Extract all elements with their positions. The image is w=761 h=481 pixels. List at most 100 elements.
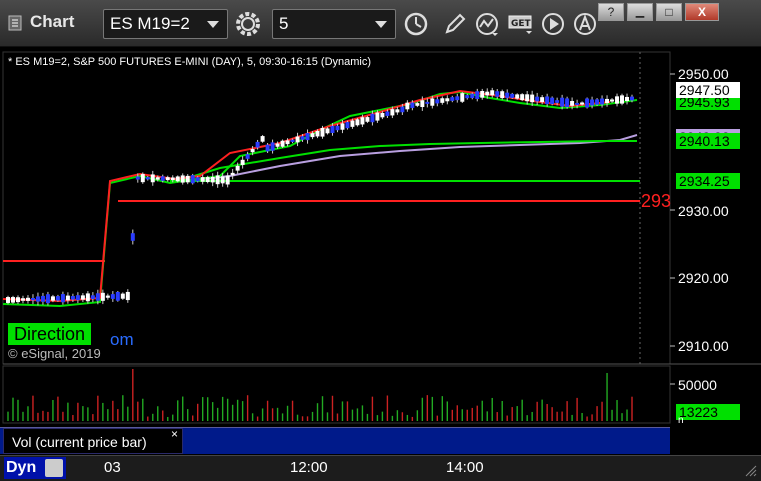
candle-body	[30, 297, 35, 301]
candle-body	[435, 99, 440, 104]
play-icon	[542, 13, 564, 35]
interval-combo[interactable]: 5	[272, 9, 396, 39]
chevron-down-icon[interactable]	[375, 21, 387, 28]
get-data-button[interactable]: GET	[506, 9, 536, 39]
candle-body	[210, 176, 215, 183]
candle-body	[445, 98, 450, 102]
candle-body	[630, 96, 635, 101]
price-badge-lower-green: 2934.25	[676, 173, 740, 189]
candle-body	[125, 291, 130, 301]
candle-body	[105, 295, 110, 298]
chart-description: * ES M19=2, S&P 500 FUTURES E-MINI (DAY)…	[8, 56, 372, 68]
candle-body	[180, 175, 185, 183]
candle-body	[340, 123, 345, 130]
candle-body	[305, 133, 310, 141]
volume-panel-label[interactable]: Vol (current price bar)	[3, 428, 183, 454]
candle-body	[85, 293, 90, 302]
candle-body	[475, 91, 480, 99]
pencil-icon	[445, 13, 466, 34]
maximize-button[interactable]: □	[656, 3, 682, 21]
candle-body	[220, 176, 225, 184]
candle-body	[265, 144, 270, 152]
candle-body	[195, 177, 200, 182]
candle-body	[465, 95, 470, 99]
candle-body	[485, 91, 490, 96]
candle-body	[380, 112, 385, 118]
studies-button[interactable]	[472, 9, 502, 39]
candle-body	[215, 175, 220, 185]
candle-body	[295, 136, 300, 143]
last-price-badge: 2947.50	[676, 82, 740, 98]
candle-body	[545, 96, 550, 105]
candle-body	[255, 141, 260, 148]
candle-body	[480, 90, 485, 98]
candle-body	[225, 175, 230, 185]
candle-body	[145, 177, 150, 180]
get-icon: GET	[508, 15, 532, 34]
price-pane[interactable]	[2, 51, 671, 365]
minimize-button[interactable]: ▁	[627, 3, 653, 21]
candle-body	[240, 159, 245, 165]
candle-body	[290, 139, 295, 142]
price-tick-2920: 2920.00	[678, 270, 729, 286]
candle-body	[70, 296, 75, 300]
candle-body	[390, 109, 395, 116]
play-button[interactable]	[538, 9, 568, 39]
price-tick-2950: 2950.00	[678, 66, 729, 82]
candle-body	[525, 94, 530, 102]
candle-body	[550, 97, 555, 105]
close-icon[interactable]: ×	[171, 427, 178, 441]
candle-body	[605, 98, 610, 104]
close-button[interactable]: X	[685, 3, 719, 21]
candle-body	[200, 177, 205, 182]
settings-button[interactable]	[233, 9, 263, 39]
candle-body	[190, 175, 195, 184]
time-label-1400: 14:00	[446, 459, 484, 476]
price-chart[interactable]	[0, 48, 761, 455]
chevron-down-icon[interactable]	[207, 21, 219, 28]
candle-body	[375, 112, 380, 121]
candle-body	[560, 97, 565, 107]
price-badge-green-level: 2940.13	[676, 133, 740, 149]
direction-label[interactable]: Direction	[8, 323, 92, 345]
candle-body	[130, 233, 135, 241]
candle-body	[35, 296, 40, 302]
candle-body	[510, 93, 515, 98]
candle-body	[50, 296, 55, 301]
red-level-edge-label: 293	[641, 191, 672, 211]
candle-body	[75, 295, 80, 301]
price-tick-2930: 2930.00	[678, 203, 729, 219]
resize-grip-icon[interactable]	[743, 463, 757, 477]
candle-body	[470, 93, 475, 99]
candle-body	[555, 100, 560, 103]
candle-body	[430, 98, 435, 106]
candle-body	[415, 103, 420, 106]
candle-body	[100, 292, 105, 301]
window-menu-icon[interactable]	[8, 14, 22, 32]
candle-body	[185, 175, 190, 183]
symbol-combo[interactable]: ES M19=2	[103, 9, 228, 39]
candle-body	[345, 122, 350, 129]
candle-body	[580, 102, 585, 105]
candle-body	[540, 97, 545, 103]
candle-body	[585, 98, 590, 108]
candle-body	[370, 113, 375, 123]
lock-icon[interactable]	[45, 459, 63, 477]
candle-body	[270, 142, 275, 151]
help-button[interactable]: ?	[598, 3, 624, 21]
candle-body	[600, 98, 605, 105]
candle-body	[535, 96, 540, 102]
candle-body	[515, 94, 520, 99]
candle-body	[595, 99, 600, 105]
candle-body	[620, 95, 625, 104]
candle-body	[235, 165, 240, 171]
candle-body	[355, 119, 360, 126]
alerts-button[interactable]	[570, 9, 600, 39]
candle-body	[455, 96, 460, 101]
time-template-button[interactable]	[401, 9, 431, 39]
draw-tool-button[interactable]	[440, 9, 470, 39]
candle-body	[575, 102, 580, 106]
candle-body	[80, 295, 85, 300]
candle-body	[460, 93, 465, 102]
candle-body	[20, 298, 25, 301]
